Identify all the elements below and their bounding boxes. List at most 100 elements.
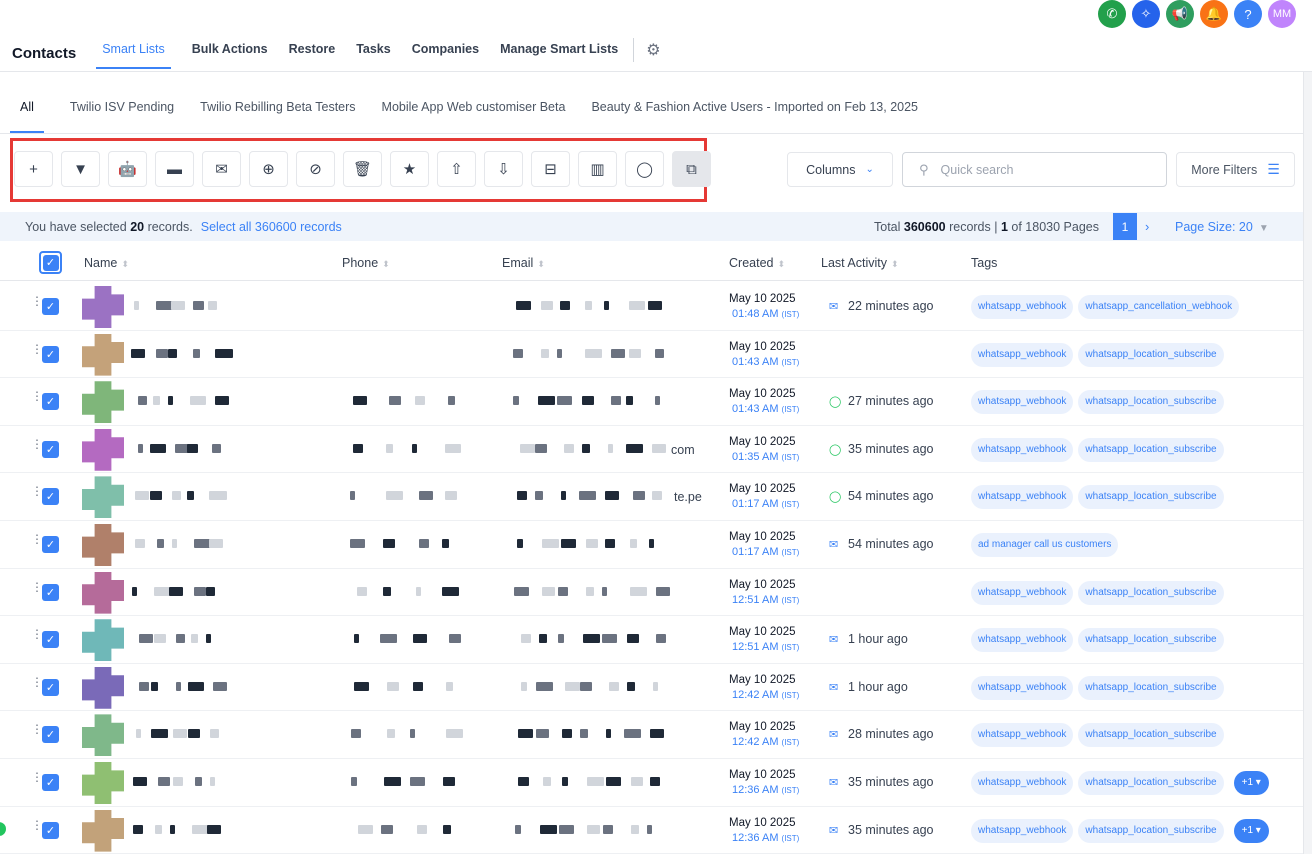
drag-handle-icon[interactable]: ⋮ <box>31 438 43 450</box>
table-row[interactable]: ⋮ ✓ te.pe May 10 2025 01:17 AM (IST) ◯ 54 minu… <box>0 473 1312 521</box>
add-tag-icon[interactable]: ⊕ <box>249 151 288 187</box>
row-checkbox[interactable]: ✓ <box>42 393 59 411</box>
email-icon[interactable]: ✉ <box>202 151 241 187</box>
tab-restore[interactable]: Restore <box>289 38 336 68</box>
row-checkbox[interactable]: ✓ <box>42 345 59 363</box>
tab-bulk-actions[interactable]: Bulk Actions <box>192 38 268 68</box>
tab-tasks[interactable]: Tasks <box>356 38 391 68</box>
drag-handle-icon[interactable]: ⋮ <box>31 485 43 497</box>
drag-handle-icon[interactable]: ⋮ <box>31 628 43 640</box>
table-row[interactable]: ⋮ ✓ May 10 2025 12:51 AM (IST) ✉ 1 hour ago wh… <box>0 616 1312 664</box>
row-checkbox[interactable]: ✓ <box>42 821 59 839</box>
delete-icon[interactable]: 🗑 <box>343 151 382 187</box>
tag-chip[interactable]: whatsapp_webhook <box>971 295 1074 319</box>
tab-smart-lists[interactable]: Smart Lists <box>96 38 171 69</box>
tag-chip[interactable]: whatsapp_webhook <box>971 485 1074 510</box>
row-checkbox[interactable]: ✓ <box>42 488 59 506</box>
tag-chip[interactable]: whatsapp_location_subscribe <box>1078 723 1224 748</box>
column-last-activity[interactable]: Last Activity ⬍ <box>821 256 899 270</box>
subtab-beauty-fashion[interactable]: Beauty & Fashion Active Users - Imported… <box>591 93 918 133</box>
avatar[interactable]: MM <box>1268 0 1296 28</box>
table-row[interactable]: ⋮ ✓ May 10 2025 01:17 AM (IST) ✉ 54 minutes a… <box>0 521 1312 569</box>
tag-chip[interactable]: whatsapp_webhook <box>971 723 1074 748</box>
drag-handle-icon[interactable]: ⋮ <box>31 819 43 831</box>
select-all-link[interactable]: Select all 360600 records <box>201 220 342 234</box>
tab-manage-smart-lists[interactable]: Manage Smart Lists <box>500 38 618 68</box>
tag-chip[interactable]: whatsapp_location_subscribe <box>1078 818 1224 843</box>
tag-chip[interactable]: whatsapp_webhook <box>971 628 1074 653</box>
table-row[interactable]: ⋮ ✓ May 10 2025 12:42 AM (IST) ✉ 28 minutes a… <box>0 711 1312 759</box>
drag-handle-icon[interactable]: ⋮ <box>31 390 43 402</box>
tag-chip[interactable]: whatsapp_location_subscribe <box>1078 485 1224 510</box>
row-checkbox[interactable]: ✓ <box>42 774 59 791</box>
tag-chip[interactable]: whatsapp_location_subscribe <box>1078 675 1224 700</box>
table-row[interactable]: ⋮ ✓ com May 10 2025 01:35 AM (IST) ◯ 35 minute… <box>0 426 1312 474</box>
filter-icon[interactable]: ▼ <box>61 151 100 187</box>
message-icon[interactable]: ▬ <box>155 151 194 187</box>
row-checkbox[interactable]: ✓ <box>42 298 59 315</box>
company-icon[interactable]: ▥ <box>578 151 617 187</box>
more-tags-button[interactable]: +1 ▾ <box>1233 771 1269 795</box>
row-checkbox[interactable]: ✓ <box>42 440 59 458</box>
drag-handle-icon[interactable]: ⋮ <box>31 723 43 735</box>
tag-chip[interactable]: whatsapp_location_subscribe <box>1078 771 1224 795</box>
whatsapp-icon[interactable]: ◯ <box>625 151 664 187</box>
tag-chip[interactable]: whatsapp_location_subscribe <box>1078 342 1224 367</box>
tag-chip[interactable]: whatsapp_webhook <box>971 342 1074 367</box>
chevron-right-icon[interactable]: › <box>1145 219 1149 234</box>
tag-chip[interactable]: whatsapp_webhook <box>971 437 1074 462</box>
subtab-mobile-app[interactable]: Mobile App Web customiser Beta <box>382 93 566 133</box>
table-row[interactable]: ⋮ ✓ May 10 2025 12:36 AM (IST) ✉ 35 minutes a… <box>0 759 1312 807</box>
row-checkbox[interactable]: ✓ <box>42 726 59 744</box>
column-email[interactable]: Email ⬍ <box>502 256 545 270</box>
drag-handle-icon[interactable]: ⋮ <box>31 676 43 688</box>
drag-handle-icon[interactable]: ⋮ <box>31 581 43 593</box>
remove-tag-icon[interactable]: ⊘ <box>296 151 335 187</box>
table-row[interactable]: ⋮ ✓ May 10 2025 12:36 AM (IST) ✉ 35 minutes a… <box>0 807 1312 854</box>
tag-chip[interactable]: whatsapp_webhook <box>971 390 1074 415</box>
tag-chip[interactable]: whatsapp_location_subscribe <box>1078 437 1224 462</box>
select-all-checkbox[interactable]: ✓ <box>39 251 62 274</box>
tag-chip[interactable]: whatsapp_cancellation_webhook <box>1078 295 1240 319</box>
phone-icon[interactable]: ✆ <box>1098 0 1126 28</box>
bag-icon[interactable]: ⊟ <box>531 151 570 187</box>
sparkle-icon[interactable]: ✧ <box>1132 0 1160 28</box>
row-checkbox[interactable]: ✓ <box>42 536 59 553</box>
help-icon[interactable]: ? <box>1234 0 1262 28</box>
page-size-select[interactable]: Page Size: 20 ▼ <box>1175 220 1269 234</box>
import-icon[interactable]: ⇩ <box>484 151 523 187</box>
table-row[interactable]: ⋮ ✓ May 10 2025 01:43 AM (IST) ◯ 27 minutes a… <box>0 378 1312 426</box>
table-row[interactable]: ⋮ ✓ May 10 2025 12:42 AM (IST) ✉ 1 hour ago wh… <box>0 664 1312 712</box>
tag-chip[interactable]: whatsapp_location_subscribe <box>1078 580 1224 605</box>
column-phone[interactable]: Phone ⬍ <box>342 256 390 270</box>
bell-icon[interactable]: 🔔 <box>1200 0 1228 28</box>
tag-chip[interactable]: whatsapp_webhook <box>971 675 1074 700</box>
tag-chip[interactable]: whatsapp_location_subscribe <box>1078 390 1224 415</box>
table-row[interactable]: ⋮ ✓ May 10 2025 12:51 AM (IST) whatsapp_webh… <box>0 569 1312 617</box>
row-checkbox[interactable]: ✓ <box>42 678 59 696</box>
drag-handle-icon[interactable]: ⋮ <box>31 343 43 355</box>
table-row[interactable]: ⋮ ✓ May 10 2025 01:43 AM (IST) whatsapp_webh… <box>0 331 1312 379</box>
quick-search[interactable]: ⚲ <box>902 152 1167 187</box>
more-tags-button[interactable]: +1 ▾ <box>1233 818 1269 843</box>
row-checkbox[interactable]: ✓ <box>42 583 59 601</box>
export-icon[interactable]: ⇧ <box>437 151 476 187</box>
tag-chip[interactable]: whatsapp_webhook <box>971 771 1074 795</box>
tag-chip[interactable]: whatsapp_location_subscribe <box>1078 628 1224 653</box>
search-input[interactable] <box>940 162 1141 177</box>
columns-button[interactable]: Columns ⌄ <box>787 152 893 187</box>
subtab-twilio-rebilling[interactable]: Twilio Rebilling Beta Testers <box>200 93 355 133</box>
column-name[interactable]: Name ⬍ <box>84 256 129 270</box>
megaphone-icon[interactable]: 📢 <box>1166 0 1194 28</box>
table-row[interactable]: ⋮ ✓ May 10 2025 01:48 AM (IST) ✉ 22 minutes a… <box>0 283 1312 331</box>
tag-chip[interactable]: whatsapp_webhook <box>971 818 1074 843</box>
drag-handle-icon[interactable]: ⋮ <box>31 771 43 783</box>
tab-companies[interactable]: Companies <box>412 38 479 68</box>
scrollbar[interactable] <box>1303 72 1312 854</box>
add-icon[interactable]: + <box>14 151 53 187</box>
merge-icon[interactable]: ⧉ <box>672 151 711 187</box>
drag-handle-icon[interactable]: ⋮ <box>31 295 43 307</box>
star-icon[interactable]: ★ <box>390 151 429 187</box>
gear-icon[interactable]: ⚙ <box>646 40 660 60</box>
subtab-all[interactable]: All <box>10 93 44 133</box>
